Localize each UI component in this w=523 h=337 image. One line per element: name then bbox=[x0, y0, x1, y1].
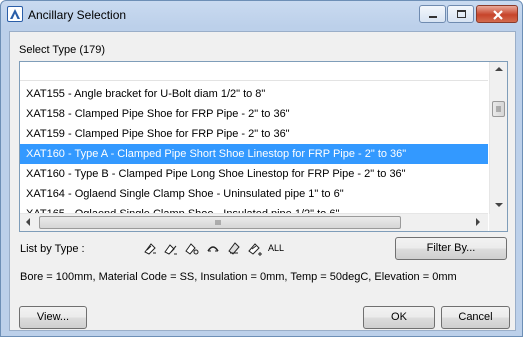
list-by-type-label: List by Type : bbox=[20, 243, 85, 255]
scroll-down-icon[interactable] bbox=[495, 203, 503, 207]
support-type-5-icon[interactable] bbox=[226, 240, 242, 256]
support-type-3-icon[interactable] bbox=[184, 240, 200, 256]
support-type-2-icon[interactable] bbox=[163, 240, 179, 256]
list-item[interactable]: XAT160 - Type B - Clamped Pipe Long Shoe… bbox=[20, 164, 488, 184]
title-bar[interactable]: Ancillary Selection bbox=[1, 1, 522, 28]
scroll-left-icon[interactable] bbox=[26, 218, 30, 226]
dialog-body: Select Type (179) XAT155 - Angle bracket… bbox=[9, 31, 516, 331]
list-item[interactable]: XAT155 - Angle bracket for U-Bolt diam 1… bbox=[20, 84, 488, 104]
cancel-button[interactable]: Cancel bbox=[441, 306, 510, 329]
select-type-label: Select Type (179) bbox=[19, 44, 106, 56]
scroll-up-icon[interactable] bbox=[495, 67, 503, 71]
horizontal-scrollbar[interactable] bbox=[20, 213, 488, 231]
horizontal-scroll-thumb[interactable] bbox=[39, 216, 401, 229]
list-item[interactable]: XAT164 - Oglaend Single Clamp Shoe - Uni… bbox=[20, 184, 488, 204]
dialog-window: Ancillary Selection Select Type (179) XA… bbox=[0, 0, 523, 337]
vertical-scrollbar[interactable] bbox=[489, 62, 507, 214]
app-icon bbox=[7, 6, 23, 22]
list-header-row bbox=[20, 62, 488, 81]
filter-by-button[interactable]: Filter By... bbox=[395, 237, 507, 260]
maximize-button[interactable] bbox=[447, 5, 474, 23]
criteria-status-text: Bore = 100mm, Material Code = SS, Insula… bbox=[20, 271, 457, 283]
list-item[interactable]: XAT159 - Clamped Pipe Shoe for FRP Pipe … bbox=[20, 124, 488, 144]
window-title: Ancillary Selection bbox=[28, 8, 127, 22]
list-item[interactable]: XAT158 - Clamped Pipe Shoe for FRP Pipe … bbox=[20, 104, 488, 124]
minimize-button[interactable] bbox=[419, 5, 446, 23]
all-types-button[interactable]: ALL bbox=[268, 243, 284, 253]
close-button[interactable] bbox=[476, 5, 518, 23]
support-type-4-icon[interactable] bbox=[205, 240, 221, 256]
support-type-1-icon[interactable] bbox=[142, 240, 158, 256]
view-button[interactable]: View... bbox=[19, 306, 87, 329]
ok-button[interactable]: OK bbox=[363, 306, 435, 329]
list-item[interactable]: XAT160 - Type A - Clamped Pipe Short Sho… bbox=[20, 144, 488, 164]
vertical-scroll-thumb[interactable] bbox=[492, 101, 505, 117]
ancillary-list[interactable]: XAT155 - Angle bracket for U-Bolt diam 1… bbox=[19, 61, 508, 232]
list-rows[interactable]: XAT155 - Angle bracket for U-Bolt diam 1… bbox=[20, 84, 488, 224]
support-type-6-icon[interactable] bbox=[247, 240, 263, 256]
scroll-right-icon[interactable] bbox=[476, 218, 480, 226]
scroll-corner bbox=[489, 214, 507, 231]
